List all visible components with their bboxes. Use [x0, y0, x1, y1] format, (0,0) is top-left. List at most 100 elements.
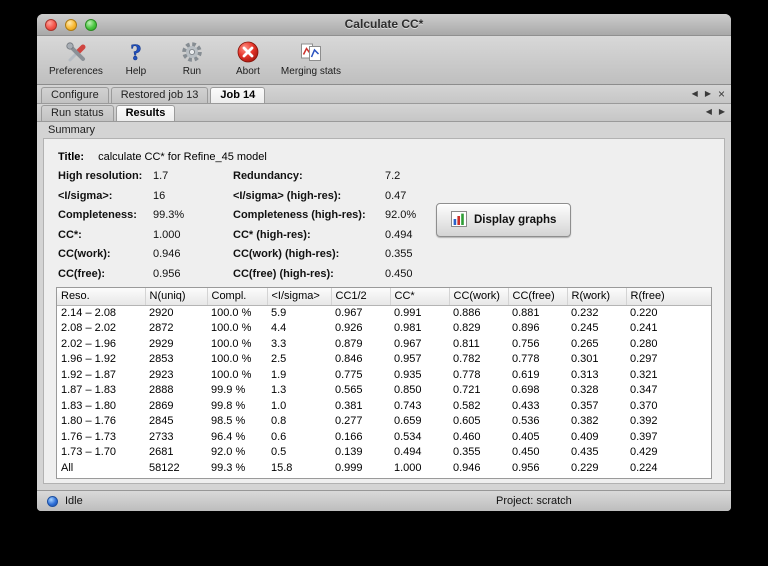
table-cell: 0.460 [453, 430, 481, 443]
column-header-cc1-2[interactable]: CC1/2 [331, 288, 391, 306]
tab-configure[interactable]: Configure [41, 87, 109, 103]
table-cell: 0.5 [271, 446, 287, 458]
summary-label: CC*: [58, 228, 82, 241]
summary-label: <I/sigma>: [58, 189, 113, 202]
tab-job-14[interactable]: Job 14 [210, 87, 266, 103]
tab-scroll-right-icon[interactable]: ▶ [719, 107, 725, 117]
table-cell: 0.370 [630, 399, 658, 412]
job-tabbar: Configure Restored job 13 Job 14 ◀ ▶ × [37, 85, 731, 104]
table-cell: 2923 [149, 368, 174, 381]
column-header-compl[interactable]: Compl. [207, 288, 268, 306]
table-cell: 0.277 [335, 415, 363, 427]
minimize-window-button[interactable] [65, 19, 77, 31]
summary-label-highres: CC* (high-res): [233, 228, 311, 241]
table-cell: 3.3 [271, 337, 287, 350]
tab-close-icon[interactable]: × [718, 88, 725, 100]
tab-scroll-right-icon[interactable]: ▶ [705, 89, 711, 99]
table-cell: 0.265 [571, 337, 599, 350]
column-header-cc-work[interactable]: CC(work) [449, 288, 509, 306]
table-cell: 1.83 – 1.80 [61, 399, 117, 412]
table-row[interactable]: 1.96 – 1.92 2853 100.0 % 2.5 0.846 0.957 0.782… [57, 352, 711, 368]
summary-row: CC*: 1.000 CC* (high-res): 0.494 [58, 225, 724, 245]
table-cell: 0.946 [453, 461, 481, 474]
toolbar-button-run[interactable]: Run [169, 39, 215, 77]
column-header-cc-free[interactable]: CC(free) [508, 288, 568, 306]
table-row[interactable]: 1.76 – 1.73 2733 96.4 % 0.6 0.166 0.534 0.460 0… [57, 430, 711, 446]
table-cell: 0.435 [571, 446, 599, 458]
tab-scroll-left-icon[interactable]: ◀ [706, 107, 712, 117]
summary-value: 99.3% [153, 209, 185, 222]
table-row[interactable]: 1.87 – 1.83 2888 99.9 % 1.3 0.565 0.850 0.721 0… [57, 383, 711, 399]
column-header-n-uniq[interactable]: N(uniq) [145, 288, 208, 306]
toolbar-button-merging-stats[interactable]: Merging stats [281, 39, 341, 77]
table-cell: 0.280 [630, 337, 658, 350]
table-cell: 96.4 % [211, 430, 246, 443]
table-cell: 0.494 [394, 446, 422, 458]
project-label: Project: scratch [496, 495, 572, 507]
column-header-r-work[interactable]: R(work) [567, 288, 627, 306]
table-cell: 0.534 [394, 430, 422, 443]
table-cell: 0.347 [630, 384, 658, 396]
toolbar: Preferences ? Help Run Abort Merging stats [37, 36, 731, 85]
zoom-window-button[interactable] [85, 19, 97, 31]
tab-label: Results [125, 107, 166, 119]
table-cell: 2.14 – 2.08 [61, 306, 117, 319]
summary-label: High resolution: [58, 170, 143, 183]
table-row[interactable]: 1.80 – 1.76 2845 98.5 % 0.8 0.277 0.659 0.605 0… [57, 414, 711, 430]
table-row[interactable]: 2.14 – 2.08 2920 100.0 % 5.9 0.967 0.991 0.886… [57, 305, 711, 321]
table-cell: 0.879 [335, 337, 363, 350]
table-cell: 0.382 [571, 415, 599, 427]
toolbar-button-preferences[interactable]: Preferences [49, 39, 103, 77]
tab-scroll-left-icon[interactable]: ◀ [692, 89, 698, 99]
table-row[interactable]: 1.83 – 1.80 2869 99.8 % 1.0 0.381 0.743 0.582 0… [57, 399, 711, 415]
summary-label-highres: Redundancy: [233, 170, 303, 183]
summary-value: 0.946 [153, 248, 181, 261]
table-cell: 2681 [149, 446, 174, 458]
summary-value-highres: 7.2 [385, 170, 401, 183]
results-table: Reso. N(uniq) Compl. <I/sigma> CC1/2 CC* CC(wo… [57, 288, 711, 476]
table-cell: 0.409 [571, 430, 599, 443]
table-cell: 0.850 [394, 384, 422, 396]
column-header-i-sigma[interactable]: <I/sigma> [267, 288, 332, 306]
table-row[interactable]: 1.73 – 1.70 2681 92.0 % 0.5 0.139 0.494 0.355 0… [57, 445, 711, 461]
table-row[interactable]: 2.02 – 1.96 2929 100.0 % 3.3 0.879 0.967 0.811… [57, 337, 711, 353]
summary-value: 16 [153, 189, 166, 202]
merging-stats-icon [299, 39, 323, 65]
table-row[interactable]: 1.92 – 1.87 2923 100.0 % 1.9 0.775 0.935 0.778… [57, 368, 711, 384]
column-header-cc[interactable]: CC* [390, 288, 450, 306]
toolbar-button-abort[interactable]: Abort [225, 39, 271, 77]
table-row[interactable]: 2.08 – 2.02 2872 100.0 % 4.4 0.926 0.981 0.829… [57, 321, 711, 337]
tab-results[interactable]: Results [115, 105, 176, 121]
tab-restored-job-13[interactable]: Restored job 13 [110, 87, 209, 103]
table-row[interactable]: All 58122 99.3 % 15.8 0.999 1.000 0.946 0.956 0.… [57, 461, 711, 477]
result-tab-strip: Run status Results [41, 105, 177, 121]
table-cell: 1.9 [271, 368, 287, 381]
column-header-reso[interactable]: Reso. [57, 288, 146, 306]
table-cell: 2853 [149, 353, 174, 365]
column-header-r-free[interactable]: R(free) [626, 288, 711, 306]
job-tab-controls: ◀ ▶ × [692, 88, 725, 103]
table-cell: 0.392 [630, 415, 658, 427]
summary-row: CC(work): 0.946 CC(work) (high-res): 0.355 [58, 245, 724, 265]
results-table-container[interactable]: Reso. N(uniq) Compl. <I/sigma> CC1/2 CC* CC(wo… [56, 287, 712, 479]
summary-row: High resolution: 1.7 Redundancy: 7.2 [58, 167, 724, 187]
table-cell: 0.405 [512, 430, 540, 443]
table-cell: 0.846 [335, 353, 363, 365]
tab-run-status[interactable]: Run status [41, 105, 114, 121]
table-cell: 100.0 % [211, 322, 252, 334]
close-window-button[interactable] [45, 19, 57, 31]
summary-caption: Summary [48, 124, 96, 136]
tab-label: Job 14 [220, 89, 256, 101]
titlebar[interactable]: Calculate CC* [37, 14, 731, 36]
summary-value-highres: 0.494 [385, 228, 413, 241]
table-cell: 1.80 – 1.76 [61, 415, 117, 427]
summary-title-label: Title: [58, 150, 85, 163]
table-cell: 100.0 % [211, 306, 252, 319]
toolbar-button-label: Abort [235, 66, 260, 77]
display-graphs-button[interactable]: Display graphs [436, 203, 572, 237]
table-cell: 0.8 [271, 415, 287, 427]
toolbar-button-help[interactable]: ? Help [113, 39, 159, 77]
table-cell: 0.328 [571, 384, 599, 396]
table-cell: 0.991 [394, 306, 422, 319]
traffic-lights [45, 19, 97, 31]
